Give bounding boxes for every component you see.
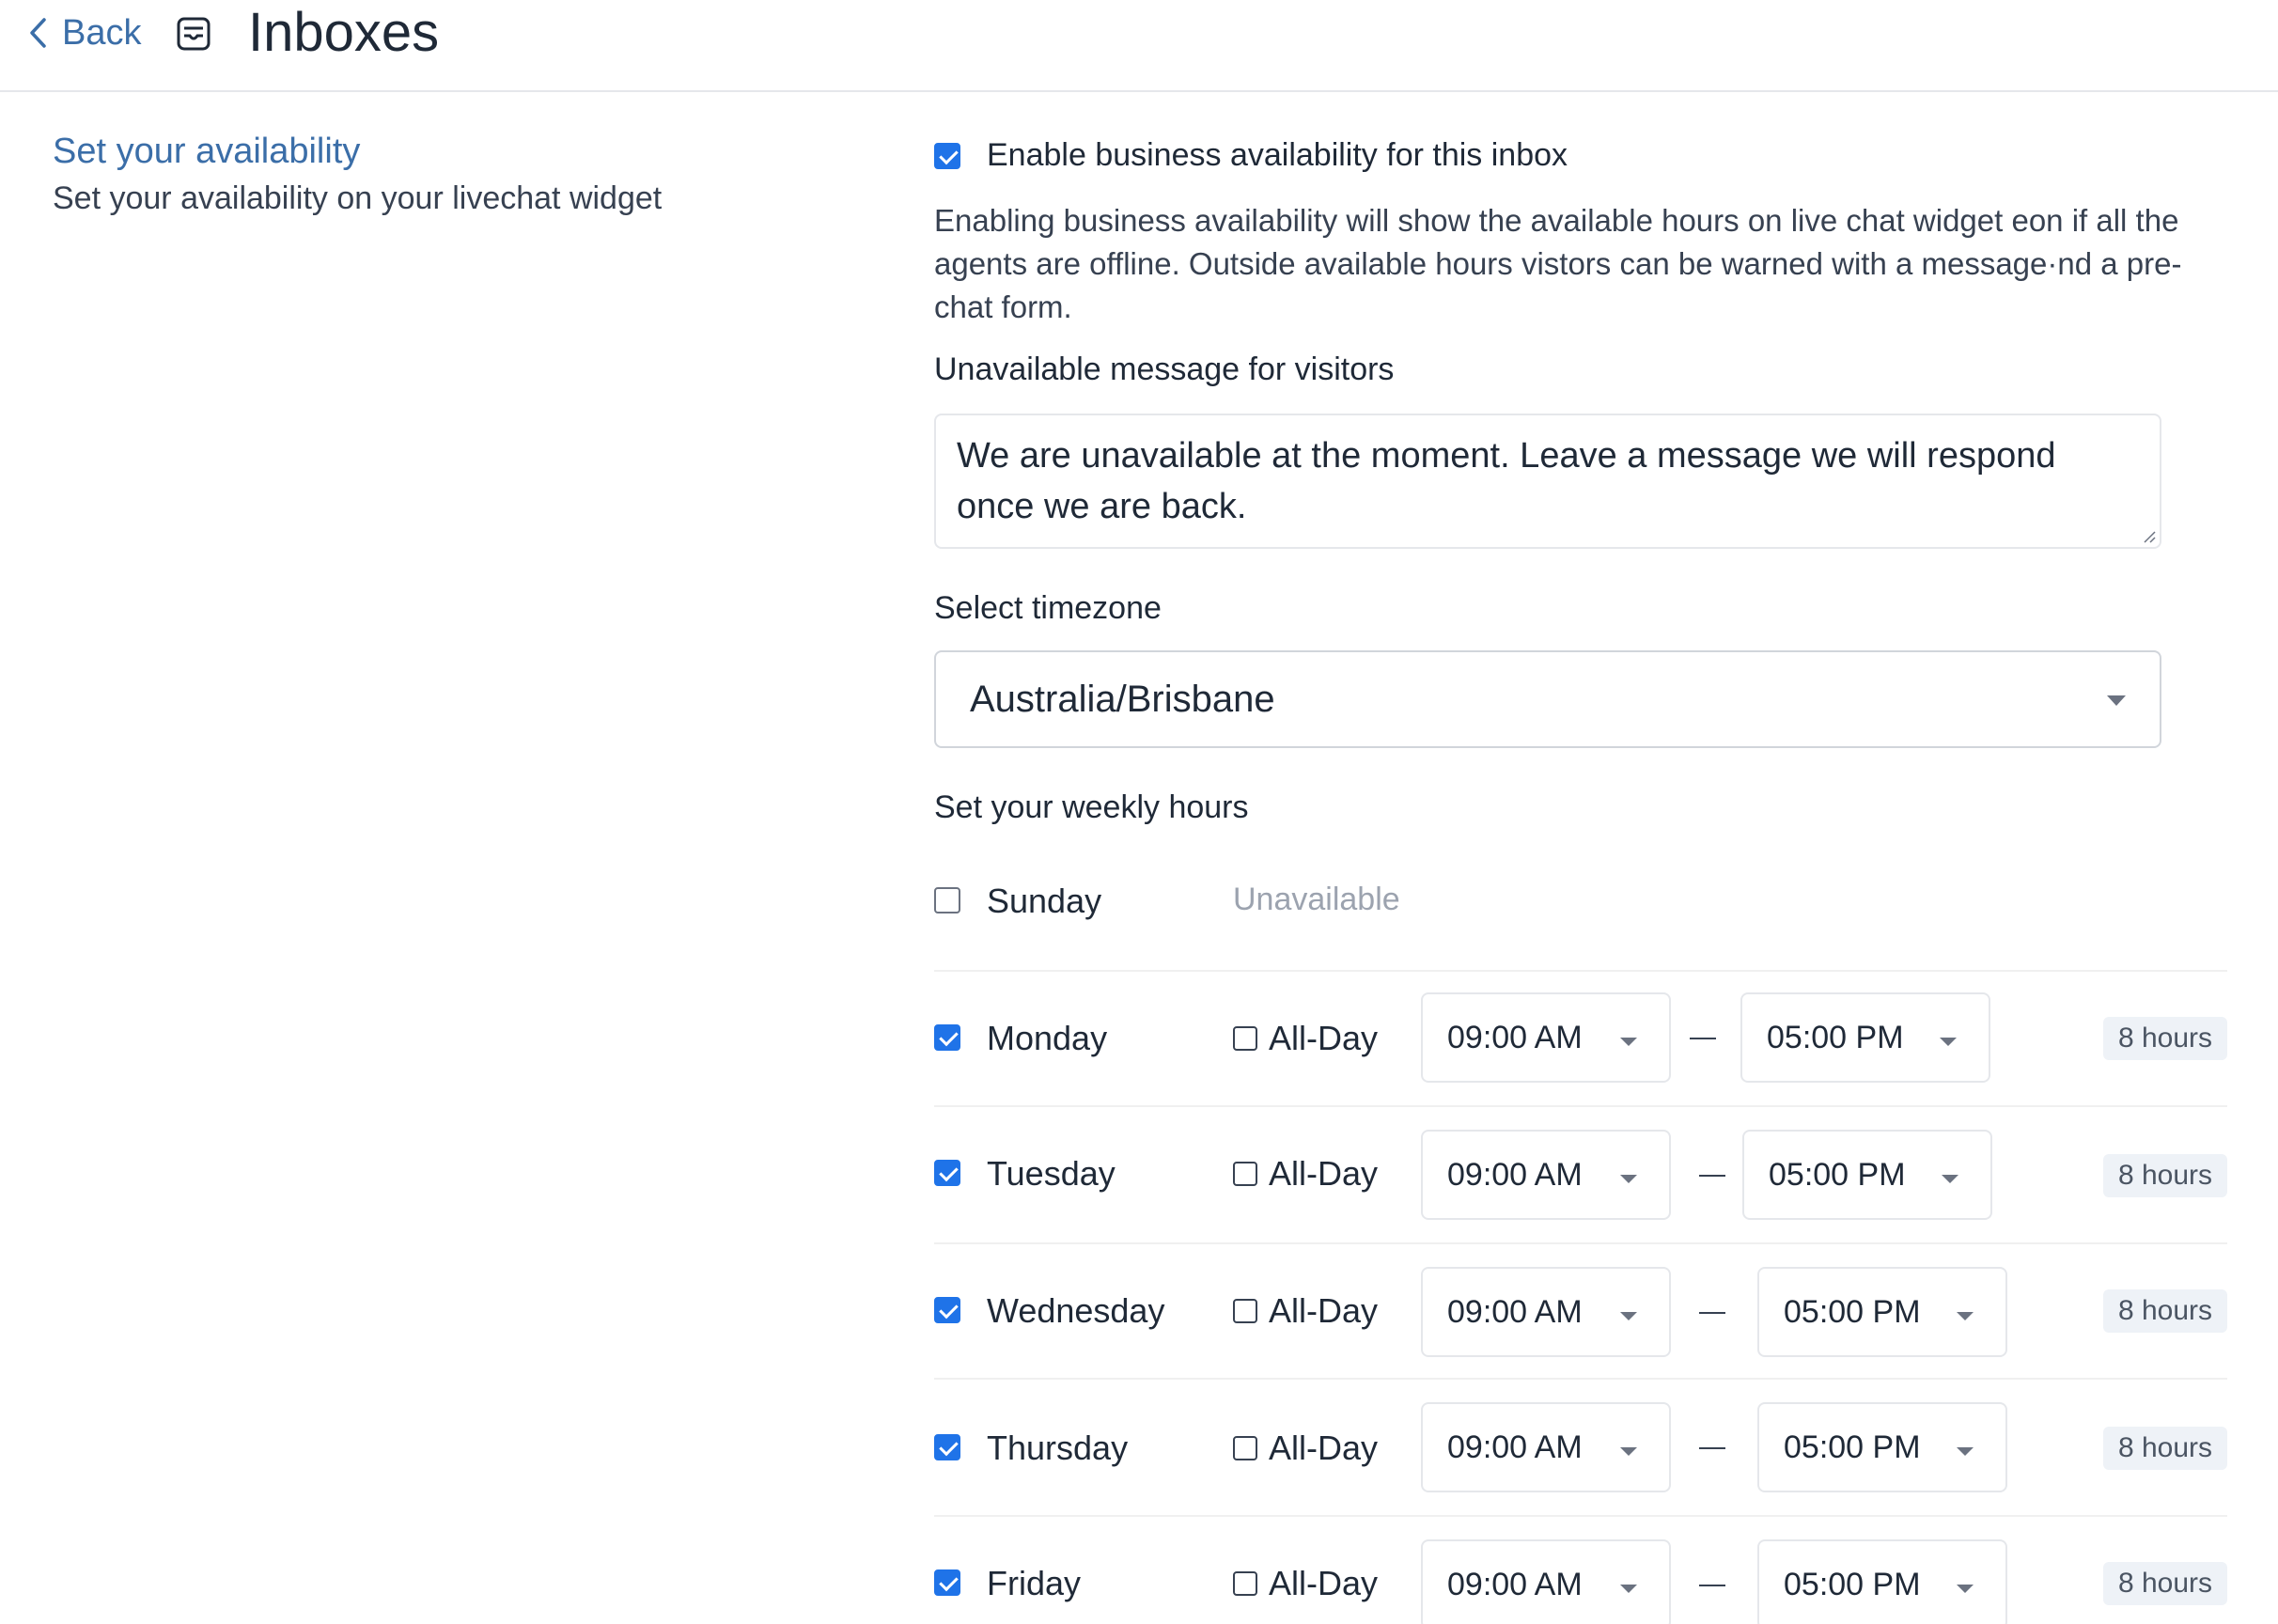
from-time-select[interactable]: 09:00 AM xyxy=(1421,1539,1671,1624)
unavailable-message-value: We are unavailable at the moment. Leave … xyxy=(957,436,2056,526)
enable-availability-row: Enable business availability for this in… xyxy=(934,137,1568,174)
all-day-checkbox[interactable] xyxy=(1233,1436,1257,1460)
time-separator xyxy=(1699,1312,1725,1314)
to-time-value: 05:00 PM xyxy=(1784,1566,1921,1602)
message-label: Unavailable message for visitors xyxy=(934,351,1395,387)
from-time-select[interactable]: 09:00 AM xyxy=(1421,1402,1671,1492)
day-checkbox-tuesday[interactable] xyxy=(934,1160,960,1186)
all-day-label: All-Day xyxy=(1269,1154,1379,1193)
chevron-down-icon xyxy=(1957,1447,1974,1456)
all-day-toggle[interactable]: All-Day xyxy=(1233,1564,1378,1603)
to-time-value: 05:00 PM xyxy=(1769,1156,1906,1193)
all-day-label: All-Day xyxy=(1269,1019,1379,1057)
to-time-value: 05:00 PM xyxy=(1784,1293,1921,1330)
resize-handle-icon[interactable] xyxy=(2141,528,2156,543)
day-checkbox-wednesday[interactable] xyxy=(934,1297,960,1323)
section-title: Set your availability xyxy=(53,132,361,171)
day-name: Wednesday xyxy=(987,1291,1165,1330)
day-row-wednesday: Wednesday All-Day 09:00 AM 05:00 PM 8 ho… xyxy=(934,1242,2227,1378)
weekly-hours-label: Set your weekly hours xyxy=(934,789,1249,825)
from-time-value: 09:00 AM xyxy=(1447,1429,1583,1465)
to-time-value: 05:00 PM xyxy=(1767,1019,1904,1055)
availability-description: Enabling business availability will show… xyxy=(934,203,2182,324)
timezone-select[interactable]: Australia/Brisbane xyxy=(934,650,2161,748)
all-day-toggle[interactable]: All-Day xyxy=(1233,1291,1378,1331)
from-time-value: 09:00 AM xyxy=(1447,1019,1583,1055)
day-row-thursday: Thursday All-Day 09:00 AM 05:00 PM 8 hou… xyxy=(934,1378,2227,1515)
unavailable-message-textarea[interactable]: We are unavailable at the moment. Leave … xyxy=(934,414,2161,549)
chevron-down-icon xyxy=(1940,1038,1957,1046)
section-subtitle: Set your availability on your livechat w… xyxy=(53,180,663,216)
all-day-checkbox[interactable] xyxy=(1233,1162,1257,1186)
time-separator xyxy=(1699,1447,1725,1449)
all-day-label: All-Day xyxy=(1269,1564,1379,1602)
chevron-left-icon xyxy=(30,18,46,48)
chevron-down-icon xyxy=(1620,1038,1637,1046)
page-title: Inboxes xyxy=(248,2,440,63)
chevron-down-icon xyxy=(1942,1175,1958,1183)
timezone-label: Select timezone xyxy=(934,590,1162,626)
all-day-checkbox[interactable] xyxy=(1233,1571,1257,1596)
chevron-down-icon xyxy=(1620,1447,1637,1456)
from-time-value: 09:00 AM xyxy=(1447,1156,1583,1193)
day-row-monday: Monday All-Day 09:00 AM 05:00 PM 8 hours xyxy=(934,970,2227,1105)
day-checkbox-sunday[interactable] xyxy=(934,887,960,914)
chevron-down-icon xyxy=(1620,1175,1637,1183)
inbox-icon xyxy=(177,17,211,51)
day-checkbox-monday[interactable] xyxy=(934,1024,960,1051)
to-time-select[interactable]: 05:00 PM xyxy=(1757,1267,2007,1357)
day-checkbox-friday[interactable] xyxy=(934,1569,960,1596)
to-time-select[interactable]: 05:00 PM xyxy=(1757,1539,2007,1624)
day-row-tuesday: Tuesday All-Day 09:00 AM 05:00 PM 8 hour… xyxy=(934,1105,2227,1242)
chevron-down-icon xyxy=(1957,1312,1974,1320)
all-day-toggle[interactable]: All-Day xyxy=(1233,1429,1378,1468)
time-separator xyxy=(1699,1585,1725,1586)
day-name: Friday xyxy=(987,1564,1082,1602)
to-time-select[interactable]: 05:00 PM xyxy=(1742,1130,1992,1220)
day-checkbox-thursday[interactable] xyxy=(934,1434,960,1460)
hours-badge: 8 hours xyxy=(2103,1289,2227,1333)
page-header: Back Inboxes xyxy=(0,0,2278,92)
day-name: Monday xyxy=(987,1019,1108,1057)
chevron-down-icon xyxy=(1620,1585,1637,1593)
from-time-select[interactable]: 09:00 AM xyxy=(1421,992,1671,1083)
time-separator xyxy=(1690,1038,1716,1039)
all-day-toggle[interactable]: All-Day xyxy=(1233,1019,1378,1058)
timezone-value: Australia/Brisbane xyxy=(970,678,1275,720)
chevron-down-icon xyxy=(1620,1312,1637,1320)
day-name: Sunday xyxy=(987,882,1102,920)
chevron-down-icon xyxy=(1957,1585,1974,1593)
unavailable-label: Unavailable xyxy=(1233,882,1400,917)
all-day-label: All-Day xyxy=(1269,1429,1379,1467)
hours-badge: 8 hours xyxy=(2103,1562,2227,1605)
to-time-select[interactable]: 05:00 PM xyxy=(1757,1402,2007,1492)
chevron-down-icon xyxy=(2107,695,2126,706)
enable-availability-label: Enable business availability for this in… xyxy=(987,137,1568,173)
hours-badge: 8 hours xyxy=(2103,1154,2227,1197)
day-name: Tuesday xyxy=(987,1154,1116,1193)
day-row-sunday: Sunday Unavailable xyxy=(934,846,2227,970)
back-button[interactable]: Back xyxy=(28,9,141,56)
time-separator xyxy=(1699,1175,1725,1177)
to-time-select[interactable]: 05:00 PM xyxy=(1740,992,1990,1083)
all-day-toggle[interactable]: All-Day xyxy=(1233,1154,1378,1194)
from-time-value: 09:00 AM xyxy=(1447,1293,1583,1330)
back-label: Back xyxy=(62,12,142,53)
hours-badge: 8 hours xyxy=(2103,1427,2227,1470)
hours-badge: 8 hours xyxy=(2103,1017,2227,1060)
from-time-select[interactable]: 09:00 AM xyxy=(1421,1130,1671,1220)
from-time-value: 09:00 AM xyxy=(1447,1566,1583,1602)
to-time-value: 05:00 PM xyxy=(1784,1429,1921,1465)
day-name: Thursday xyxy=(987,1429,1129,1467)
all-day-label: All-Day xyxy=(1269,1291,1379,1330)
day-row-friday: Friday All-Day 09:00 AM 05:00 PM 8 hours xyxy=(934,1515,2227,1624)
all-day-checkbox[interactable] xyxy=(1233,1026,1257,1051)
enable-availability-checkbox[interactable] xyxy=(934,142,960,169)
from-time-select[interactable]: 09:00 AM xyxy=(1421,1267,1671,1357)
all-day-checkbox[interactable] xyxy=(1233,1299,1257,1323)
